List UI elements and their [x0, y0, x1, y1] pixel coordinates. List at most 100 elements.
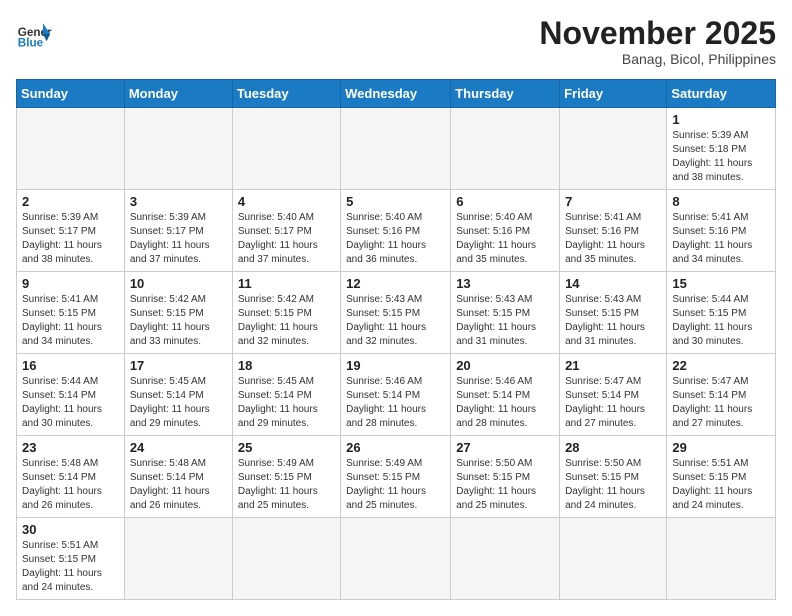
- day-info: Sunrise: 5:39 AMSunset: 5:17 PMDaylight:…: [22, 211, 119, 267]
- day-info: Sunrise: 5:51 AMSunset: 5:15 PMDaylight:…: [22, 539, 119, 595]
- day-number: 1: [672, 112, 770, 127]
- table-row: [124, 108, 232, 190]
- day-info: Sunrise: 5:47 AMSunset: 5:14 PMDaylight:…: [565, 375, 661, 431]
- day-number: 17: [130, 358, 227, 373]
- day-info: Sunrise: 5:45 AMSunset: 5:14 PMDaylight:…: [130, 375, 227, 431]
- table-row: 24Sunrise: 5:48 AMSunset: 5:14 PMDayligh…: [124, 436, 232, 518]
- day-number: 4: [238, 194, 335, 209]
- day-info: Sunrise: 5:51 AMSunset: 5:15 PMDaylight:…: [672, 457, 770, 513]
- table-row: 11 Sunrise: 5:42 AMSunset: 5:15 PMDayligh…: [232, 272, 340, 354]
- day-number: 26: [346, 440, 445, 455]
- day-info: Sunrise: 5:43 AMSunset: 5:15 PMDaylight:…: [346, 293, 445, 349]
- table-row: [341, 518, 451, 600]
- table-row: 21Sunrise: 5:47 AMSunset: 5:14 PMDayligh…: [560, 354, 667, 436]
- day-info: Sunrise: 5:43 AMSunset: 5:15 PMDaylight:…: [565, 293, 661, 349]
- table-row: 16 Sunrise: 5:44 AMSunset: 5:14 PMDayligh…: [17, 354, 125, 436]
- day-number: 3: [130, 194, 227, 209]
- day-info: Sunrise: 5:49 AMSunset: 5:15 PMDaylight:…: [238, 457, 335, 513]
- day-info: Sunrise: 5:42 AMSunset: 5:15 PMDaylight:…: [130, 293, 227, 349]
- day-number: 11: [238, 276, 335, 291]
- day-number: 5: [346, 194, 445, 209]
- day-info: Sunrise: 5:39 AMSunset: 5:18 PMDaylight:…: [672, 129, 770, 185]
- table-row: 7 Sunrise: 5:41 AMSunset: 5:16 PMDaylight…: [560, 190, 667, 272]
- table-row: 20Sunrise: 5:46 AMSunset: 5:14 PMDayligh…: [451, 354, 560, 436]
- table-row: 4 Sunrise: 5:40 AMSunset: 5:17 PMDaylight…: [232, 190, 340, 272]
- day-number: 8: [672, 194, 770, 209]
- day-number: 2: [22, 194, 119, 209]
- day-info: Sunrise: 5:45 AMSunset: 5:14 PMDaylight:…: [238, 375, 335, 431]
- table-row: [451, 108, 560, 190]
- day-number: 15: [672, 276, 770, 291]
- weekday-header-row: Sunday Monday Tuesday Wednesday Thursday…: [17, 80, 776, 108]
- day-info: Sunrise: 5:48 AMSunset: 5:14 PMDaylight:…: [22, 457, 119, 513]
- header-sunday: Sunday: [17, 80, 125, 108]
- table-row: 10 Sunrise: 5:42 AMSunset: 5:15 PMDayligh…: [124, 272, 232, 354]
- table-row: 23Sunrise: 5:48 AMSunset: 5:14 PMDayligh…: [17, 436, 125, 518]
- table-row: [124, 518, 232, 600]
- calendar-row-2: 2 Sunrise: 5:39 AMSunset: 5:17 PMDaylight…: [17, 190, 776, 272]
- table-row: 15 Sunrise: 5:44 AMSunset: 5:15 PMDayligh…: [667, 272, 776, 354]
- table-row: 29 Sunrise: 5:51 AMSunset: 5:15 PMDayligh…: [667, 436, 776, 518]
- day-number: 29: [672, 440, 770, 455]
- header-wednesday: Wednesday: [341, 80, 451, 108]
- day-info: Sunrise: 5:41 AMSunset: 5:16 PMDaylight:…: [565, 211, 661, 267]
- day-number: 22: [672, 358, 770, 373]
- table-row: 19 Sunrise: 5:46 AMSunset: 5:14 PMDayligh…: [341, 354, 451, 436]
- table-row: 30 Sunrise: 5:51 AMSunset: 5:15 PMDayligh…: [17, 518, 125, 600]
- day-info: Sunrise: 5:40 AMSunset: 5:16 PMDaylight:…: [346, 211, 445, 267]
- day-number: 9: [22, 276, 119, 291]
- day-number: 18: [238, 358, 335, 373]
- calendar-row-3: 9 Sunrise: 5:41 AMSunset: 5:15 PMDaylight…: [17, 272, 776, 354]
- location: Banag, Bicol, Philippines: [539, 51, 776, 67]
- table-row: 14Sunrise: 5:43 AMSunset: 5:15 PMDayligh…: [560, 272, 667, 354]
- header-monday: Monday: [124, 80, 232, 108]
- day-info: Sunrise: 5:48 AMSunset: 5:14 PMDaylight:…: [130, 457, 227, 513]
- day-info: Sunrise: 5:50 AMSunset: 5:15 PMDaylight:…: [456, 457, 554, 513]
- day-number: 19: [346, 358, 445, 373]
- day-info: Sunrise: 5:46 AMSunset: 5:14 PMDaylight:…: [456, 375, 554, 431]
- day-info: Sunrise: 5:40 AMSunset: 5:16 PMDaylight:…: [456, 211, 554, 267]
- table-row: 27 Sunrise: 5:50 AMSunset: 5:15 PMDayligh…: [451, 436, 560, 518]
- svg-text:Blue: Blue: [18, 37, 44, 50]
- day-number: 16: [22, 358, 119, 373]
- table-row: [232, 518, 340, 600]
- day-info: Sunrise: 5:44 AMSunset: 5:14 PMDaylight:…: [22, 375, 119, 431]
- day-number: 13: [456, 276, 554, 291]
- table-row: [341, 108, 451, 190]
- day-info: Sunrise: 5:42 AMSunset: 5:15 PMDaylight:…: [238, 293, 335, 349]
- day-number: 10: [130, 276, 227, 291]
- header-tuesday: Tuesday: [232, 80, 340, 108]
- table-row: [667, 518, 776, 600]
- page-header: General Blue November 2025 Banag, Bicol,…: [16, 16, 776, 67]
- table-row: 3 Sunrise: 5:39 AMSunset: 5:17 PMDaylight…: [124, 190, 232, 272]
- day-info: Sunrise: 5:49 AMSunset: 5:15 PMDaylight:…: [346, 457, 445, 513]
- header-friday: Friday: [560, 80, 667, 108]
- day-number: 30: [22, 522, 119, 537]
- table-row: 13 Sunrise: 5:43 AMSunset: 5:15 PMDayligh…: [451, 272, 560, 354]
- day-number: 28: [565, 440, 661, 455]
- table-row: 9 Sunrise: 5:41 AMSunset: 5:15 PMDaylight…: [17, 272, 125, 354]
- table-row: [17, 108, 125, 190]
- table-row: [451, 518, 560, 600]
- calendar-table: Sunday Monday Tuesday Wednesday Thursday…: [16, 79, 776, 600]
- calendar-row-5: 23Sunrise: 5:48 AMSunset: 5:14 PMDayligh…: [17, 436, 776, 518]
- day-info: Sunrise: 5:43 AMSunset: 5:15 PMDaylight:…: [456, 293, 554, 349]
- table-row: 5 Sunrise: 5:40 AMSunset: 5:16 PMDaylight…: [341, 190, 451, 272]
- calendar-row-6: 30 Sunrise: 5:51 AMSunset: 5:15 PMDayligh…: [17, 518, 776, 600]
- day-info: Sunrise: 5:47 AMSunset: 5:14 PMDaylight:…: [672, 375, 770, 431]
- logo: General Blue: [16, 16, 52, 52]
- day-number: 25: [238, 440, 335, 455]
- header-saturday: Saturday: [667, 80, 776, 108]
- table-row: 8Sunrise: 5:41 AMSunset: 5:16 PMDaylight…: [667, 190, 776, 272]
- day-number: 7: [565, 194, 661, 209]
- table-row: 17 Sunrise: 5:45 AMSunset: 5:14 PMDayligh…: [124, 354, 232, 436]
- day-info: Sunrise: 5:40 AMSunset: 5:17 PMDaylight:…: [238, 211, 335, 267]
- header-thursday: Thursday: [451, 80, 560, 108]
- day-info: Sunrise: 5:39 AMSunset: 5:17 PMDaylight:…: [130, 211, 227, 267]
- day-number: 27: [456, 440, 554, 455]
- table-row: 1 Sunrise: 5:39 AMSunset: 5:18 PMDaylight…: [667, 108, 776, 190]
- day-info: Sunrise: 5:44 AMSunset: 5:15 PMDaylight:…: [672, 293, 770, 349]
- day-info: Sunrise: 5:41 AMSunset: 5:15 PMDaylight:…: [22, 293, 119, 349]
- day-info: Sunrise: 5:46 AMSunset: 5:14 PMDaylight:…: [346, 375, 445, 431]
- table-row: 22 Sunrise: 5:47 AMSunset: 5:14 PMDayligh…: [667, 354, 776, 436]
